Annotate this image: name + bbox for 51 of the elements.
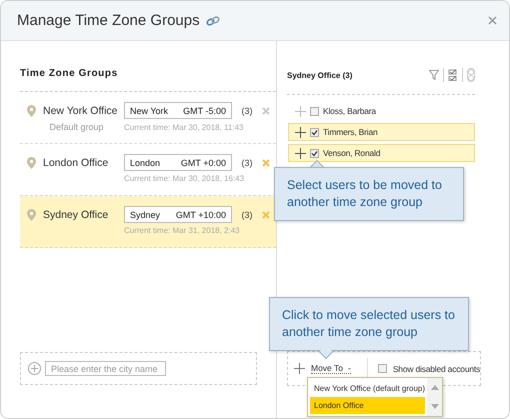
member-count: (3) — [240, 210, 254, 220]
current-time: Current time: Mar 31, 2018, 2:43 — [124, 226, 241, 235]
group-row[interactable]: New York Office New York GMT -5:00 (3) Default group Current time: Mar 30, 2018, 11:43 — [20, 92, 276, 144]
time-zone-field[interactable]: London GMT +0:00 — [124, 154, 232, 171]
location-pin-icon — [27, 104, 36, 116]
add-icon[interactable] — [28, 362, 41, 375]
link-icon[interactable] — [206, 16, 220, 26]
move-to-button[interactable]: Move To - — [311, 363, 351, 374]
filter-icon[interactable] — [429, 70, 440, 80]
group-row[interactable]: Sydney Office Sydney GMT +10:00 (3) Current time: Mar 31, 2018, 2:43 — [20, 196, 276, 248]
checklist-icon[interactable] — [448, 68, 458, 82]
user-name: Kloss, Barbara — [323, 106, 376, 116]
checkbox[interactable] — [310, 128, 319, 136]
user-row[interactable]: Venson, Ronald — [288, 144, 476, 162]
panel-title: Sydney Office (3) — [287, 70, 352, 80]
user-row[interactable]: Kloss, Barbara — [288, 102, 476, 120]
scroll-up-icon[interactable] — [430, 385, 439, 390]
member-count: (3) — [240, 106, 254, 116]
toggle-icon[interactable] — [467, 68, 476, 82]
member-count: (3) — [240, 158, 254, 168]
time-zone-field[interactable]: New York GMT -5:00 — [124, 102, 232, 119]
scroll-down-icon[interactable] — [430, 404, 439, 409]
checkbox[interactable] — [310, 106, 319, 116]
tooltip: Click to move selected users to another time zone group — [269, 297, 469, 351]
plus-icon[interactable] — [295, 126, 306, 138]
user-name: Timmers, Brian — [323, 127, 378, 137]
close-icon[interactable] — [488, 16, 497, 25]
current-time: Current time: Mar 30, 2018, 16:43 — [124, 174, 246, 183]
checkbox-label: Show disabled accounts — [392, 364, 480, 374]
plus-icon[interactable] — [295, 148, 306, 158]
location-pin-icon — [27, 208, 36, 220]
delete-icon[interactable] — [262, 158, 270, 166]
dropdown-option[interactable]: London Office — [310, 397, 426, 414]
checkbox[interactable] — [378, 364, 387, 373]
time-zone-field[interactable]: Sydney GMT +10:00 — [124, 206, 232, 223]
city-input[interactable]: Please enter the city name — [45, 361, 166, 376]
plus-icon[interactable] — [294, 363, 305, 374]
checkbox[interactable] — [310, 148, 319, 158]
delete-icon[interactable] — [262, 210, 270, 218]
group-note: Default group — [48, 122, 105, 132]
group-name: London Office — [43, 156, 110, 168]
delete-icon[interactable] — [262, 106, 270, 114]
dialog-title: Manage Time Zone Groups — [17, 12, 200, 29]
group-name: Sydney Office — [43, 208, 110, 220]
group-name: New York Office — [43, 104, 119, 116]
current-time: Current time: Mar 30, 2018, 11:43 — [124, 122, 244, 132]
user-name: Venson, Ronald — [323, 148, 380, 158]
section-title: Time Zone Groups — [20, 68, 276, 92]
location-pin-icon — [27, 156, 36, 168]
user-row[interactable]: Timmers, Brian — [288, 123, 476, 141]
tooltip: Select users to be moved to another time zone group — [274, 167, 464, 221]
